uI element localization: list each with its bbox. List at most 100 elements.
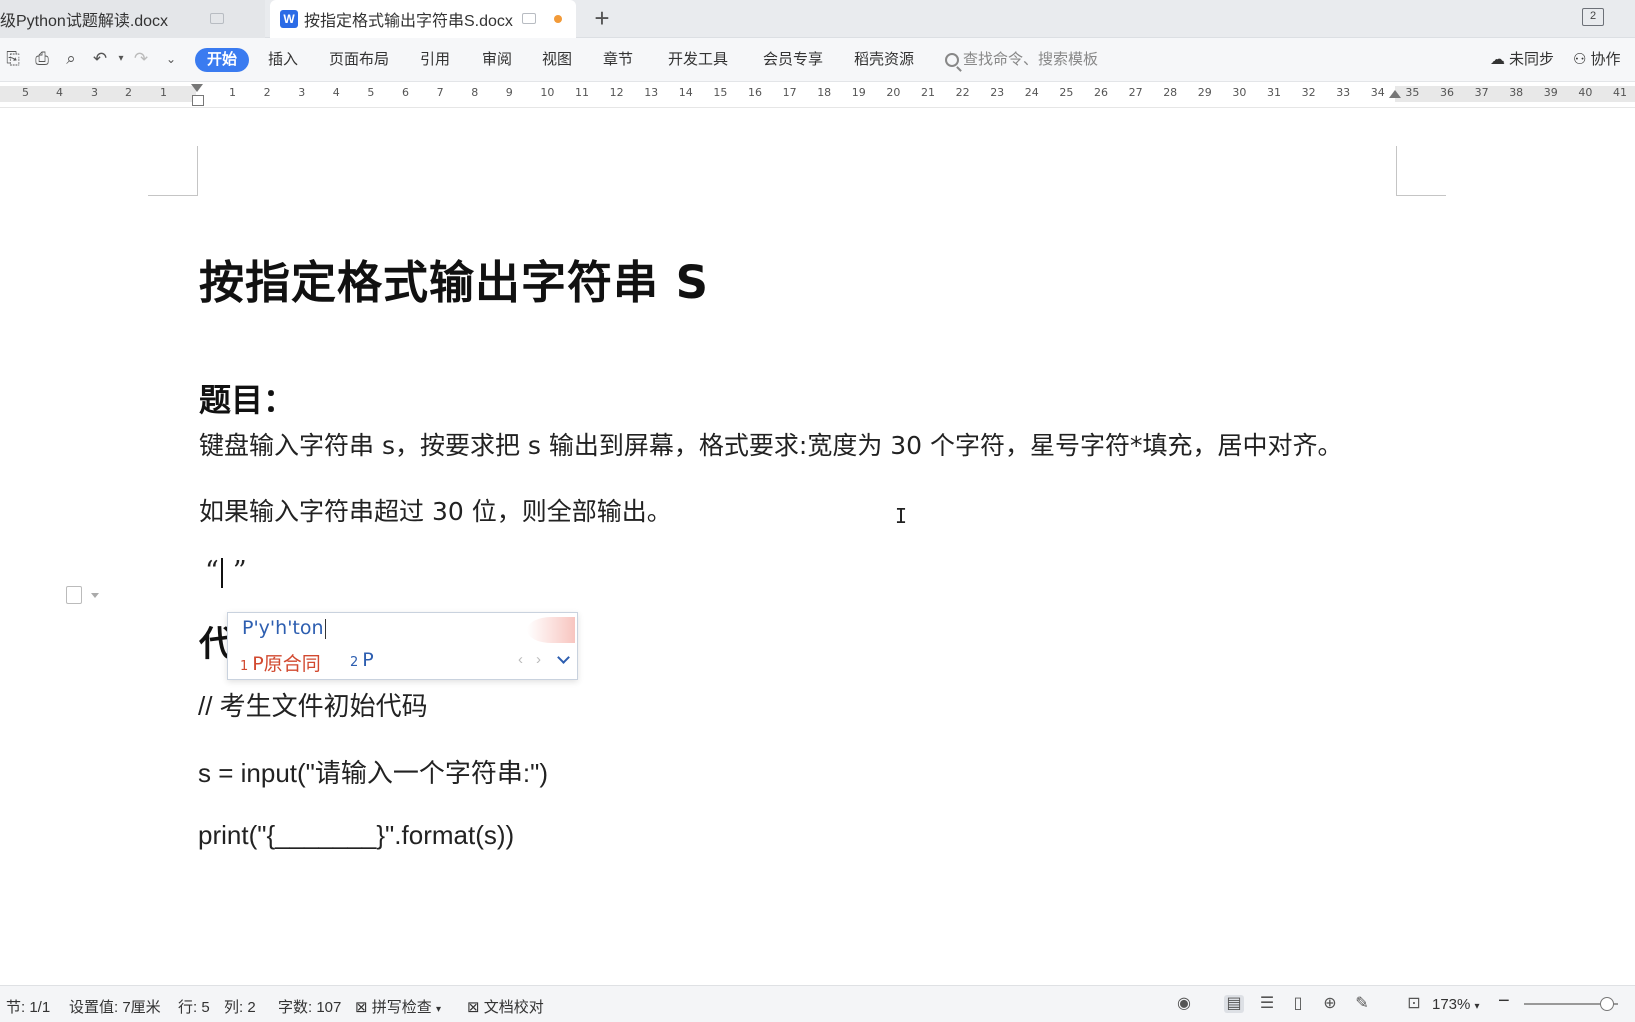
ruler-tick: 5	[367, 86, 375, 99]
outline-view-icon[interactable]: ☰	[1257, 995, 1277, 1013]
zoom-slider-knob[interactable]	[1600, 997, 1614, 1011]
code-line-print: print("{_______}".format(s))	[198, 820, 515, 850]
tab-document-current[interactable]: W 按指定格式输出字符串S.docx	[270, 0, 576, 38]
ime-candidate-window[interactable]: P'y'h'ton 1 P原合同 2P ‹ ›	[227, 612, 578, 680]
cloud-icon: ☁	[1490, 51, 1505, 68]
unsaved-dot-icon	[554, 15, 562, 23]
print-preview-icon[interactable]: ⌕	[60, 48, 82, 70]
ruler-tick: 4	[332, 86, 340, 99]
ruler-tick: 10	[540, 86, 555, 99]
margin-corner-top-right	[1396, 146, 1446, 196]
question-heading: 题目：	[199, 381, 296, 419]
proofread-label: 文档校对	[483, 999, 544, 1016]
ime-prev-page-icon[interactable]: ‹	[518, 651, 523, 668]
code-comment: // 考生文件初始代码	[198, 691, 428, 721]
undo-dropdown-icon[interactable]: ▾	[110, 48, 132, 70]
indent-marker[interactable]	[191, 84, 204, 106]
ruler-tick: 34	[1370, 86, 1385, 99]
text-cursor	[220, 557, 223, 588]
fit-page-icon[interactable]: ⊡	[1404, 995, 1424, 1013]
ruler-tick: 19	[851, 86, 866, 99]
save-icon[interactable]: ⎘	[2, 48, 24, 70]
menu-membership[interactable]: 会员专享	[763, 48, 823, 72]
ruler-tick: 11	[575, 86, 589, 99]
spellcheck-button[interactable]: ⊠ 拼写检查 ▾	[355, 996, 441, 1017]
ime-candidate-1[interactable]: 1 P原合同	[240, 649, 321, 676]
wps-writer-icon: W	[280, 10, 298, 28]
undo-icon[interactable]: ↶	[89, 48, 111, 70]
redo-icon[interactable]: ↷	[130, 48, 152, 70]
menu-review[interactable]: 审阅	[482, 48, 512, 72]
menu-docer-resources[interactable]: 稻壳资源	[854, 48, 914, 72]
tab-label: 按指定格式输出字符串S.docx	[304, 13, 513, 30]
tab-bar: 级Python试题解读.docx W 按指定格式输出字符串S.docx + 2	[0, 0, 1635, 38]
ruler-tick: 3	[91, 86, 98, 99]
close-quote: ”	[232, 556, 247, 587]
code-line-input: s = input("请输入一个字符串:")	[198, 758, 549, 788]
collaborate-button[interactable]: ⚇ 协作	[1573, 48, 1620, 72]
ruler-tick: 35	[1405, 86, 1420, 99]
open-quote: “	[205, 556, 219, 587]
ruler-tick: 2	[263, 86, 271, 99]
window-count-button[interactable]: 2	[1582, 8, 1604, 26]
document-canvas[interactable]: 按指定格式输出字符串 S 题目： 键盘输入字符串 s，按要求把 s 输出到屏幕，…	[0, 108, 1635, 985]
document-title: 按指定格式输出字符串 S	[199, 256, 710, 309]
menu-view[interactable]: 视图	[542, 48, 572, 72]
ruler-tick: 9	[505, 86, 513, 99]
ime-skin-decoration	[527, 617, 575, 643]
ruler-tick: 36	[1440, 86, 1454, 99]
sync-label: 未同步	[1509, 51, 1555, 68]
proofread-button[interactable]: ⊠ 文档校对	[467, 996, 544, 1017]
ime-next-page-icon[interactable]: ›	[536, 651, 541, 668]
ruler-tick: 5	[22, 86, 29, 99]
menu-insert[interactable]: 插入	[268, 48, 298, 72]
ruler-tick: 15	[713, 86, 728, 99]
ruler-tick: 7	[436, 86, 444, 99]
status-bar: 节: 1/1 设置值: 7厘米 行: 5 列: 2 字数: 107 ⊠ 拼写检查…	[0, 985, 1635, 1022]
ime-candidate-2[interactable]: 2P	[350, 649, 374, 671]
ruler-tick: 31	[1267, 86, 1281, 99]
status-section: 节: 1/1	[6, 999, 51, 1016]
menu-developer[interactable]: 开发工具	[668, 48, 728, 72]
menu-references[interactable]: 引用	[420, 48, 450, 72]
ime-expand-chevron-icon[interactable]	[557, 651, 570, 664]
pen-icon[interactable]: ✎	[1352, 995, 1372, 1013]
web-view-icon[interactable]: ⊕	[1320, 995, 1340, 1013]
status-col: 列: 2	[224, 999, 256, 1016]
new-tab-button[interactable]: +	[588, 4, 616, 32]
ruler-tick: 22	[955, 86, 970, 99]
ruler-tick: 1	[160, 86, 167, 99]
monitor-icon	[522, 13, 536, 24]
command-search[interactable]: 查找命令、搜索模板	[945, 48, 1098, 72]
ruler-tick: 21	[921, 86, 935, 99]
tab-document-python[interactable]: 级Python试题解读.docx	[0, 0, 265, 38]
ruler-tick: 8	[471, 86, 479, 99]
status-setting[interactable]: 设置值: 7厘米	[69, 996, 161, 1017]
eye-protection-icon[interactable]: ◉	[1174, 995, 1194, 1013]
ruler-tick: 41	[1613, 86, 1627, 99]
chevron-down-icon[interactable]	[91, 593, 99, 598]
paragraph-layout-icon[interactable]	[66, 586, 82, 604]
quote-line: “”	[205, 556, 247, 588]
print-icon[interactable]: ⎙	[31, 48, 53, 70]
zoom-level[interactable]: 173% ▾	[1432, 996, 1480, 1013]
right-indent-marker[interactable]	[1389, 90, 1401, 98]
sync-button[interactable]: ☁ 未同步	[1490, 48, 1554, 72]
menu-home[interactable]: 开始	[195, 48, 250, 72]
reading-view-icon[interactable]: ▯	[1288, 995, 1308, 1013]
question-paragraph-2: 如果输入字符串超过 30 位，则全部输出。	[199, 497, 672, 526]
customize-chevron-icon[interactable]: ⌄	[160, 48, 182, 70]
ruler-tick: 3	[298, 86, 306, 99]
status-wordcount[interactable]: 字数: 107	[278, 996, 341, 1017]
ruler-tick: 32	[1301, 86, 1316, 99]
menu-section[interactable]: 章节	[603, 48, 633, 72]
horizontal-ruler[interactable]: 5 4 3 2 1 1 2 3 4 5 6 7 8 9 10 11 12 13 14 15 16 17 18 19 2…	[0, 82, 1635, 108]
monitor-icon	[210, 13, 224, 24]
menu-page-layout[interactable]: 页面布局	[329, 48, 389, 72]
ruler-tick: 30	[1232, 86, 1247, 99]
zoom-out-button[interactable]: −	[1498, 990, 1510, 1013]
ruler-tick: 18	[817, 86, 832, 99]
spellcheck-icon: ⊠	[355, 999, 368, 1016]
user-add-icon: ⚇	[1573, 51, 1587, 68]
page-view-icon[interactable]: ▤	[1224, 995, 1244, 1013]
